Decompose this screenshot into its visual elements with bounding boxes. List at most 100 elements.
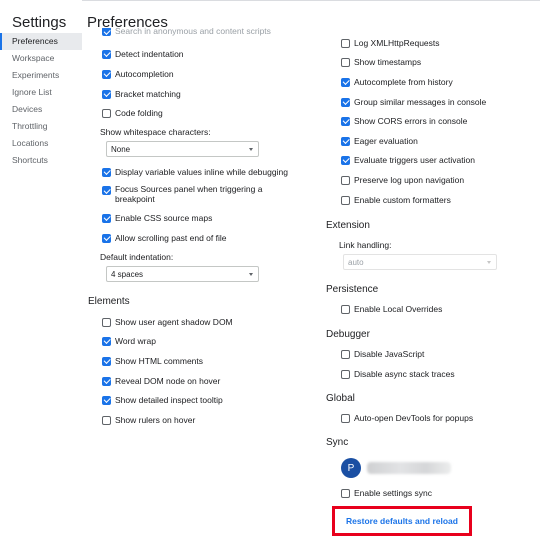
checkbox[interactable]	[102, 28, 111, 36]
setting-bracket-matching[interactable]: Bracket matching	[102, 86, 181, 102]
setting-label: Word wrap	[115, 336, 156, 346]
setting-label: Auto-open DevTools for popups	[354, 413, 474, 423]
setting-code-folding[interactable]: Code folding	[102, 105, 163, 121]
setting-focus-sources[interactable]: Focus Sources panel when triggering a br…	[102, 184, 265, 208]
checkbox[interactable]	[102, 233, 111, 243]
setting-label: Show detailed inspect tooltip	[115, 395, 223, 405]
setting-label: Bracket matching	[115, 89, 181, 99]
setting-user-activation[interactable]: Evaluate triggers user activation	[341, 152, 475, 168]
select-value: 4 spaces	[111, 269, 144, 279]
checkbox[interactable]	[102, 69, 111, 79]
chevron-down-icon	[249, 273, 253, 276]
checkbox[interactable]	[341, 38, 350, 48]
checkbox[interactable]	[102, 395, 111, 405]
setting-reveal-dom[interactable]: Reveal DOM node on hover	[102, 373, 220, 389]
setting-label: Disable async stack traces	[354, 369, 455, 379]
sidebar-item-ignore-list[interactable]: Ignore List	[0, 84, 82, 101]
sidebar-item-workspace[interactable]: Workspace	[0, 50, 82, 67]
preferences-panel: Preferences Search in anonymous and cont…	[82, 0, 540, 542]
checkbox[interactable]	[341, 136, 350, 146]
setting-rulers[interactable]: Show rulers on hover	[102, 412, 195, 428]
checkbox[interactable]	[341, 349, 350, 359]
setting-timestamps[interactable]: Show timestamps	[341, 54, 421, 70]
setting-inspect-tooltip[interactable]: Show detailed inspect tooltip	[102, 392, 223, 408]
sidebar-item-preferences[interactable]: Preferences	[0, 33, 82, 50]
checkbox[interactable]	[102, 317, 111, 327]
setting-disable-js[interactable]: Disable JavaScript	[341, 346, 424, 362]
setting-scroll-past-end[interactable]: Allow scrolling past end of file	[102, 230, 227, 246]
checkbox[interactable]	[341, 369, 350, 379]
setting-label: Reveal DOM node on hover	[115, 376, 221, 386]
checkbox[interactable]	[341, 304, 350, 314]
checkbox[interactable]	[341, 116, 350, 126]
setting-preserve-log[interactable]: Preserve log upon navigation	[341, 172, 464, 188]
checkbox[interactable]	[341, 195, 350, 205]
setting-label: Code folding	[115, 108, 163, 118]
indentation-label: Default indentation:	[100, 252, 174, 262]
checkbox[interactable]	[102, 167, 111, 177]
setting-auto-open[interactable]: Auto-open DevTools for popups	[341, 410, 473, 426]
setting-label: Enable custom formatters	[354, 195, 451, 205]
sidebar-item-throttling[interactable]: Throttling	[0, 118, 82, 135]
whitespace-select[interactable]: None	[106, 141, 259, 157]
setting-log-xmlhttp[interactable]: Log XMLHttpRequests	[341, 35, 440, 51]
checkbox[interactable]	[341, 488, 350, 498]
setting-word-wrap[interactable]: Word wrap	[102, 333, 156, 349]
checkbox[interactable]	[102, 213, 111, 223]
whitespace-label: Show whitespace characters:	[100, 127, 211, 137]
section-title-persistence: Persistence	[326, 284, 379, 295]
sidebar-item-shortcuts[interactable]: Shortcuts	[0, 152, 82, 169]
cut-off-setting-row[interactable]: Search in anonymous and content scripts	[102, 28, 271, 36]
setting-autocompletion[interactable]: Autocompletion	[102, 66, 174, 82]
section-title-extension: Extension	[326, 220, 370, 231]
checkbox[interactable]	[341, 413, 350, 423]
checkbox[interactable]	[102, 376, 111, 386]
section-title-global: Global	[326, 393, 355, 404]
setting-autocomplete-history[interactable]: Autocomplete from history	[341, 74, 453, 90]
checkbox[interactable]	[102, 336, 111, 346]
checkbox[interactable]	[341, 175, 350, 185]
checkbox[interactable]	[341, 97, 350, 107]
checkbox[interactable]	[102, 356, 111, 366]
setting-detect-indentation[interactable]: Detect indentation	[102, 46, 184, 62]
setting-label: Group similar messages in console	[354, 97, 487, 107]
setting-custom-formatters[interactable]: Enable custom formatters	[341, 192, 451, 208]
checkbox[interactable]	[102, 49, 111, 59]
setting-label: Enable settings sync	[354, 488, 432, 498]
setting-label: Autocompletion	[115, 69, 174, 79]
checkbox[interactable]	[102, 186, 111, 195]
sidebar-item-devices[interactable]: Devices	[0, 101, 82, 118]
setting-cors-errors[interactable]: Show CORS errors in console	[341, 113, 467, 129]
section-title-debugger: Debugger	[326, 329, 370, 340]
sidebar-item-locations[interactable]: Locations	[0, 135, 82, 152]
setting-label: Display variable values inline while deb…	[115, 167, 288, 177]
setting-html-comments[interactable]: Show HTML comments	[102, 353, 203, 369]
setting-local-overrides[interactable]: Enable Local Overrides	[341, 301, 442, 317]
setting-label: Allow scrolling past end of file	[115, 233, 227, 243]
setting-shadow-dom[interactable]: Show user agent shadow DOM	[102, 314, 233, 330]
select-value: auto	[348, 257, 364, 267]
checkbox[interactable]	[341, 155, 350, 165]
left-column: Search in anonymous and content scripts …	[88, 0, 312, 542]
setting-label: Show timestamps	[354, 57, 422, 67]
checkbox[interactable]	[341, 77, 350, 87]
setting-label: Enable CSS source maps	[115, 213, 213, 223]
settings-sidebar: Settings Preferences Workspace Experimen…	[0, 0, 82, 542]
setting-disable-async[interactable]: Disable async stack traces	[341, 366, 455, 382]
setting-eager-eval[interactable]: Eager evaluation	[341, 133, 418, 149]
setting-label: Search in anonymous and content scripts	[115, 28, 271, 36]
setting-label: Detect indentation	[115, 49, 184, 59]
setting-css-source-maps[interactable]: Enable CSS source maps	[102, 210, 212, 226]
setting-group-similar[interactable]: Group similar messages in console	[341, 94, 486, 110]
setting-inline-values[interactable]: Display variable values inline while deb…	[102, 164, 288, 180]
indentation-select[interactable]: 4 spaces	[106, 266, 259, 282]
setting-label: Show HTML comments	[115, 356, 204, 366]
checkbox[interactable]	[102, 108, 111, 118]
restore-defaults-button[interactable]: Restore defaults and reload	[335, 509, 469, 533]
checkbox[interactable]	[102, 415, 111, 425]
setting-label: Autocomplete from history	[354, 77, 453, 87]
checkbox[interactable]	[102, 89, 111, 99]
checkbox[interactable]	[341, 57, 350, 67]
sidebar-item-experiments[interactable]: Experiments	[0, 67, 82, 84]
setting-enable-sync[interactable]: Enable settings sync	[341, 485, 432, 501]
